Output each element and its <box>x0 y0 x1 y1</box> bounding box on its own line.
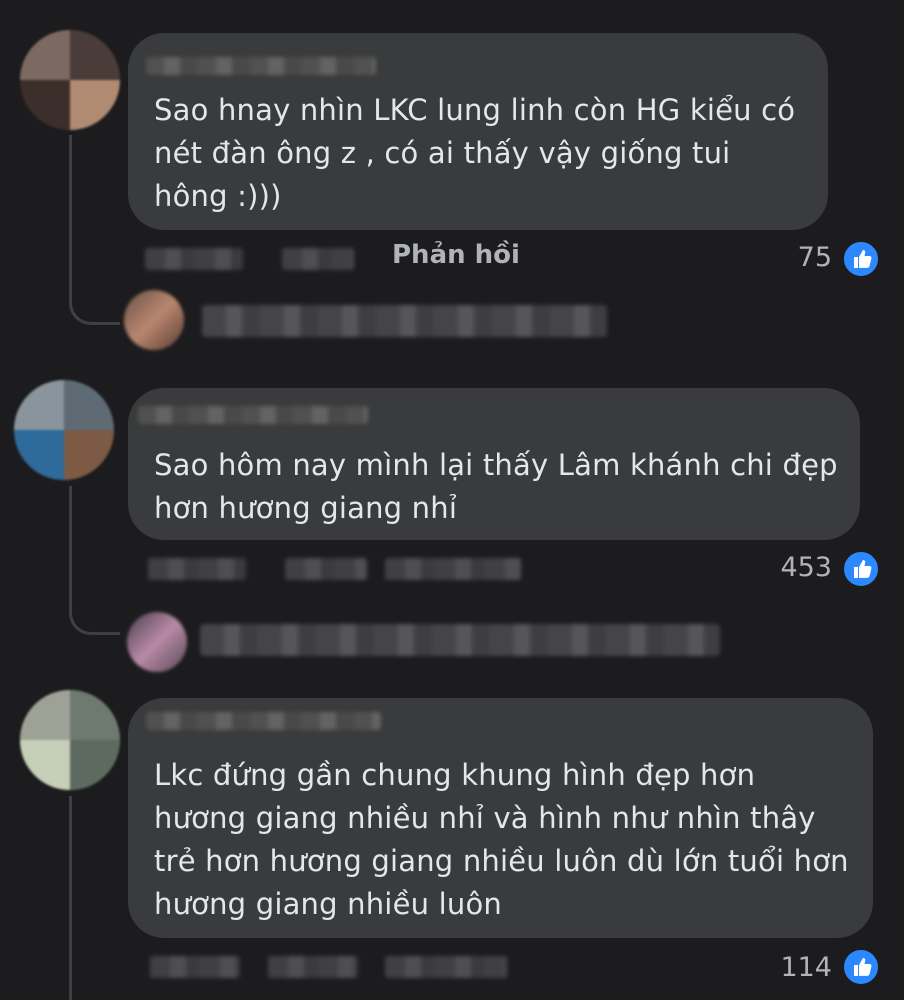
thread-connector <box>69 280 120 325</box>
like-action-blurred[interactable] <box>285 558 367 580</box>
reply-button[interactable]: Phản hồi <box>392 240 520 270</box>
commenter-name-blurred[interactable] <box>146 712 381 730</box>
commenter-avatar[interactable] <box>14 380 114 480</box>
like-count[interactable]: 114 <box>770 952 832 983</box>
reply-avatar[interactable] <box>127 612 187 672</box>
thumbs-up-icon[interactable] <box>842 240 880 278</box>
like-count[interactable]: 75 <box>770 242 832 273</box>
comment-bubble: Sao hnay nhìn LKC lung linh còn HG kiểu … <box>128 33 828 230</box>
like-action-blurred[interactable] <box>268 956 358 978</box>
reply-action-blurred[interactable] <box>385 956 507 978</box>
reply-avatar[interactable] <box>124 290 184 350</box>
comment-text: Lkc đứng gần chung khung hình đẹp hơn hư… <box>154 758 849 921</box>
like-count[interactable]: 453 <box>770 552 832 583</box>
comment-bubble: Lkc đứng gần chung khung hình đẹp hơn hư… <box>128 698 873 938</box>
comment-time-blurred <box>150 956 240 978</box>
comment-text: Sao hôm nay mình lại thấy Lâm khánh chi … <box>154 448 838 525</box>
thumbs-up-icon[interactable] <box>842 550 880 588</box>
commenter-avatar[interactable] <box>20 690 120 790</box>
like-action-blurred[interactable] <box>282 248 354 270</box>
commenter-name-blurred[interactable] <box>146 57 376 75</box>
thread-line <box>69 486 72 606</box>
comment-time-blurred <box>148 558 246 580</box>
comment-bubble: Sao hôm nay mình lại thấy Lâm khánh chi … <box>128 388 860 540</box>
thread-line <box>69 796 72 1000</box>
thread-connector <box>69 592 120 635</box>
reply-preview-blurred[interactable] <box>202 305 607 337</box>
thumbs-up-icon[interactable] <box>842 948 880 986</box>
reply-preview-blurred[interactable] <box>200 624 720 656</box>
commenter-name-blurred[interactable] <box>138 406 368 424</box>
reply-action-blurred[interactable] <box>385 558 521 580</box>
comment-text: Sao hnay nhìn LKC lung linh còn HG kiểu … <box>154 93 796 213</box>
thread-line <box>69 135 72 295</box>
commenter-avatar[interactable] <box>20 30 120 130</box>
comment-time-blurred <box>145 248 243 270</box>
